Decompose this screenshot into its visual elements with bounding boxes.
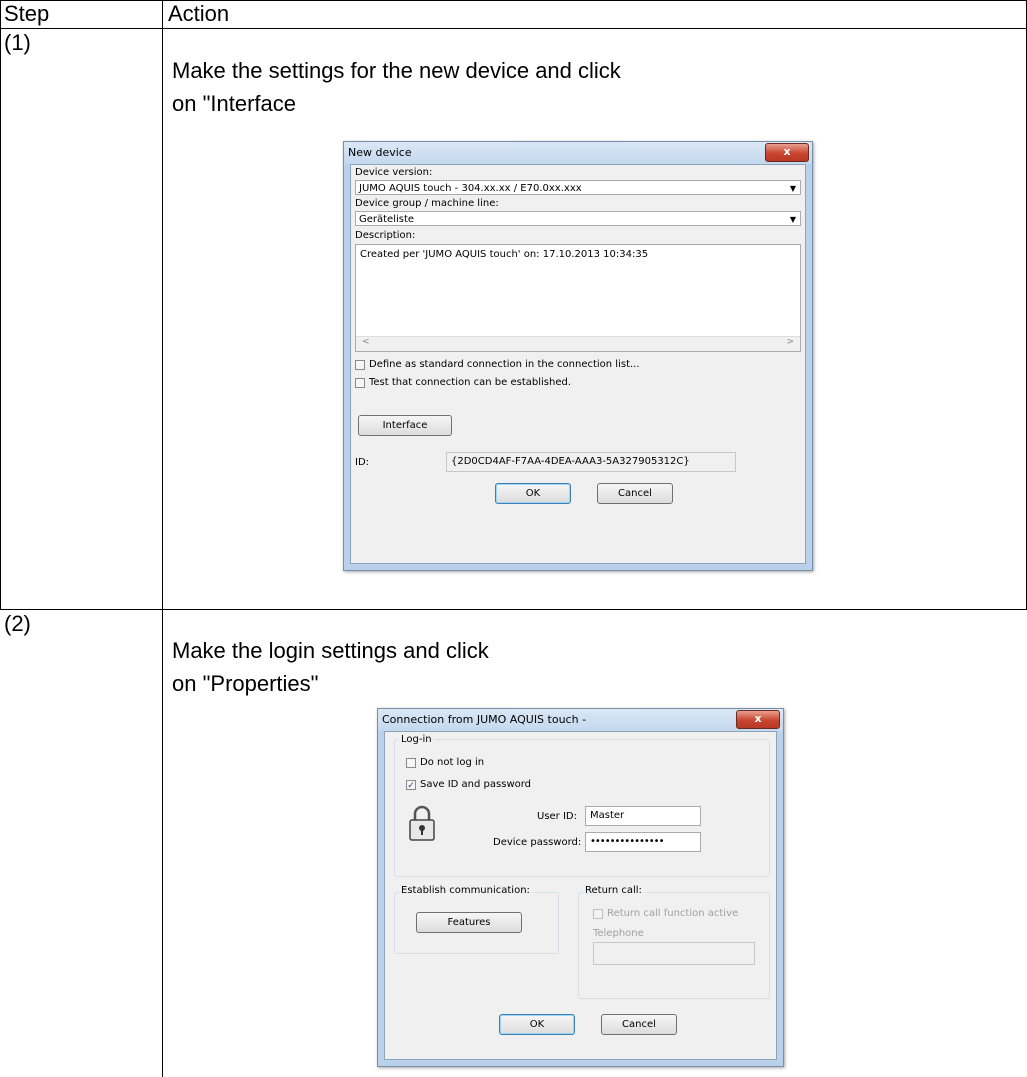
new-device-dialog: New device x Device version: JUMO AQUIS … [343, 141, 813, 571]
scroll-right-icon[interactable]: > [786, 337, 794, 347]
close-icon[interactable]: x [736, 710, 780, 729]
user-id-input[interactable]: Master [585, 806, 701, 826]
user-id-value: Master [590, 810, 625, 821]
connection-dialog: Connection from JUMO AQUIS touch - x Log… [377, 708, 784, 1067]
dialog-body: Device version: JUMO AQUIS touch - 304.x… [350, 164, 806, 564]
device-group-select[interactable]: Geräteliste ▼ [355, 211, 801, 226]
password-input[interactable]: ••••••••••••••• [585, 832, 701, 852]
cancel-button[interactable]: Cancel [601, 1014, 677, 1035]
table-border-middle [162, 0, 163, 1077]
save-id-label: Save ID and password [420, 779, 532, 790]
dialog-titlebar: Connection from JUMO AQUIS touch - x [378, 709, 783, 731]
header-action: Action [168, 1, 230, 26]
step-1-label: (1) [4, 30, 31, 55]
standard-connection-checkbox[interactable] [355, 360, 365, 370]
chevron-down-icon: ▼ [789, 215, 796, 224]
dialog-title: Connection from JUMO AQUIS touch - [382, 713, 587, 726]
step-2-action-line1: Make the login settings and click [172, 638, 489, 663]
horizontal-scrollbar[interactable]: < > [356, 336, 800, 351]
description-label: Description: [355, 230, 416, 241]
password-label: Device password: [493, 837, 582, 848]
table-border-top [0, 0, 1027, 1]
do-not-log-in-label: Do not log in [420, 757, 485, 768]
header-step: Step [4, 1, 50, 26]
do-not-log-in-checkbox[interactable] [406, 758, 416, 768]
description-value: Created per 'JUMO AQUIS touch' on: 17.10… [360, 249, 649, 260]
telephone-label: Telephone [593, 928, 644, 939]
device-group-label: Device group / machine line: [355, 198, 499, 209]
lock-icon [409, 805, 435, 841]
user-id-label: User ID: [537, 811, 577, 822]
test-connection-label: Test that connection can be established. [369, 377, 571, 388]
interface-button[interactable]: Interface [358, 415, 452, 436]
scroll-left-icon[interactable]: < [362, 337, 370, 347]
step-2-action-line2: on "Properties" [172, 671, 319, 696]
device-group-value: Geräteliste [359, 214, 415, 225]
description-textarea[interactable]: Created per 'JUMO AQUIS touch' on: 17.10… [355, 244, 801, 352]
cancel-button[interactable]: Cancel [597, 483, 673, 504]
ok-button[interactable]: OK [499, 1014, 575, 1035]
table-border-header [0, 28, 1027, 29]
id-field[interactable]: {2D0CD4AF-F7AA-4DEA-AAA3-5A327905312C} [446, 452, 736, 472]
table-border-left [0, 0, 1, 609]
table-border-row1 [0, 609, 1027, 610]
close-icon[interactable]: x [765, 143, 809, 162]
ok-button[interactable]: OK [495, 483, 571, 504]
dialog-titlebar: New device x [344, 142, 812, 164]
standard-connection-label: Define as standard connection in the con… [369, 359, 640, 370]
dialog-title: New device [348, 146, 412, 159]
return-call-label: Return call: [583, 885, 644, 896]
step-1-action-line2: on "Interface [172, 91, 296, 116]
dialog-body: Log-in Do not log in ✓ Save ID and passw… [384, 731, 777, 1060]
id-value: {2D0CD4AF-F7AA-4DEA-AAA3-5A327905312C} [451, 456, 690, 467]
return-call-active-checkbox[interactable] [593, 909, 603, 919]
device-version-label: Device version: [355, 167, 433, 178]
device-version-value: JUMO AQUIS touch - 304.xx.xx / E70.0xx.x… [359, 183, 582, 194]
password-value: ••••••••••••••• [590, 836, 664, 847]
chevron-down-icon: ▼ [789, 184, 796, 193]
save-id-checkbox[interactable]: ✓ [406, 780, 416, 791]
id-label: ID: [355, 457, 370, 468]
establish-label: Establish communication: [399, 885, 532, 896]
features-button[interactable]: Features [416, 912, 522, 933]
step-2-label: (2) [4, 611, 31, 636]
return-call-active-label: Return call function active [607, 908, 739, 919]
device-version-select[interactable]: JUMO AQUIS touch - 304.xx.xx / E70.0xx.x… [355, 180, 801, 195]
test-connection-checkbox[interactable] [355, 378, 365, 388]
telephone-input[interactable] [593, 942, 755, 965]
login-group-label: Log-in [399, 734, 434, 745]
step-1-action-line1: Make the settings for the new device and… [172, 58, 621, 83]
